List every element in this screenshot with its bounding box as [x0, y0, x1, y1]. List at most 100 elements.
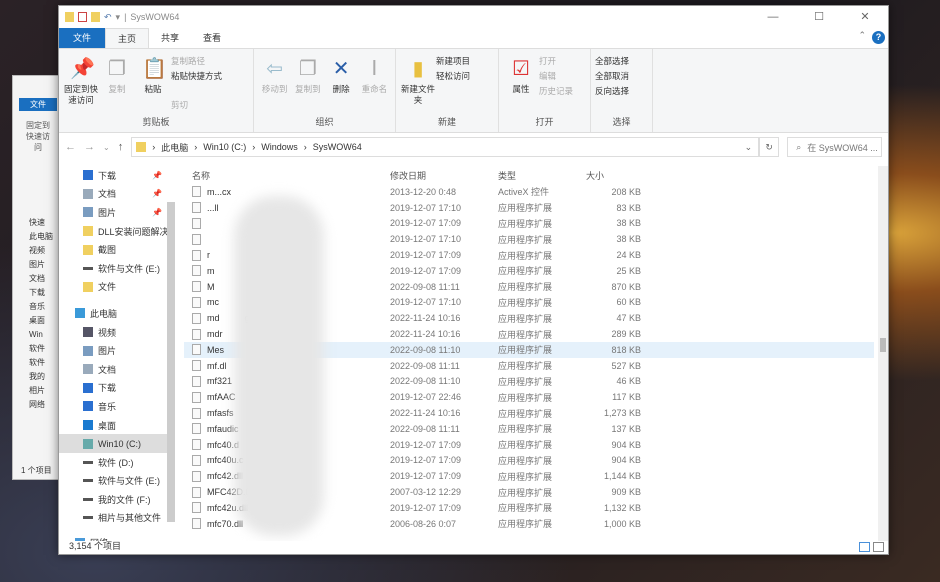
file-size: 38 KB [616, 218, 641, 229]
new-item-button[interactable]: 新建项目 [436, 55, 470, 67]
file-name: mfc70.dll [207, 518, 244, 529]
sidebar-item[interactable]: 此电脑 [59, 304, 175, 323]
paste-shortcut-button[interactable]: 粘贴快捷方式 [171, 70, 222, 82]
file-date: 2019-12-07 17:09 [390, 250, 462, 261]
sidebar-item-label: 图片 [98, 207, 117, 218]
dll-file-icon [192, 296, 201, 308]
file-date: 2019-12-07 17:09 [390, 471, 462, 482]
sidebar-item[interactable]: 下载 📌 [59, 166, 175, 185]
select-none-button[interactable]: 全部取消 [595, 70, 629, 82]
sidebar-item[interactable]: 软件与文件 (E:) [59, 472, 175, 491]
file-list-scrollbar[interactable] [878, 166, 888, 541]
file-date: 2019-12-07 17:09 [390, 265, 462, 276]
minimize-button[interactable]: — [750, 6, 796, 28]
sidebar-item-label: 文档 [98, 189, 117, 200]
tab-share[interactable]: 共享 [149, 28, 191, 48]
file-name: mf.dl [207, 360, 227, 371]
picture-icon [83, 207, 93, 218]
dll-file-icon [192, 312, 201, 324]
breadcrumb-item[interactable]: Win10 (C:) [203, 142, 246, 152]
sidebar-item[interactable]: Win10 (C:) [59, 434, 175, 453]
file-type: 应用程序扩展 [498, 313, 553, 324]
help-icon[interactable]: ? [872, 31, 885, 44]
bg-tab-file[interactable]: 文件 [19, 98, 57, 111]
easy-access-button[interactable]: 轻松访问 [436, 70, 470, 82]
new-folder-quick-icon[interactable] [91, 12, 100, 22]
file-date: 2022-09-08 11:11 [390, 281, 460, 292]
sidebar-item[interactable]: 软件 (D:) [59, 453, 175, 472]
invert-selection-button[interactable]: 反向选择 [595, 85, 629, 97]
copy-path-button[interactable]: 复制路径 [171, 55, 222, 67]
details-view-icon[interactable] [859, 542, 870, 552]
dll-file-icon [192, 265, 201, 277]
folder-icon [83, 226, 93, 237]
sidebar-item[interactable]: 桌面 [59, 416, 175, 435]
column-size[interactable]: 大小 [578, 169, 641, 182]
undo-icon[interactable]: ↶ [104, 12, 112, 23]
nav-scrollbar[interactable] [167, 202, 175, 522]
tab-view[interactable]: 查看 [191, 28, 233, 48]
tab-file[interactable]: 文件 [59, 28, 106, 48]
dll-file-icon [192, 502, 201, 514]
sidebar-item[interactable]: 我的文件 (F:) [59, 490, 175, 509]
back-button[interactable]: ← [65, 141, 76, 153]
large-icons-view-icon[interactable] [873, 542, 884, 552]
breadcrumb-item[interactable]: 此电脑 [161, 141, 188, 154]
edit-button[interactable]: 编辑 [539, 70, 573, 82]
chevron-down-icon[interactable]: ⌄ [745, 142, 753, 153]
refresh-button[interactable]: ↻ [759, 137, 780, 157]
tab-home[interactable]: 主页 [105, 28, 150, 48]
sidebar-item[interactable]: 相片与其他文件 [59, 509, 175, 528]
group-clipboard: 📌 固定到快速访问 ❐ 复制 📋 粘贴 复制路径 粘贴快捷方式 剪切 剪贴板 [59, 49, 254, 132]
column-headers: 名称 修改日期 类型 大小 [184, 166, 874, 184]
scroll-thumb[interactable] [880, 338, 886, 352]
group-organize: ⇦ 移动到 ❐ 复制到 ✕ 删除 Ⅰ 重命名 组织 [254, 49, 396, 132]
up-button[interactable]: ↑ [118, 141, 124, 153]
search-input[interactable]: ⌕ 在 SysWOW64 ... [787, 137, 882, 157]
collapse-ribbon-icon[interactable]: ⌃ [858, 30, 866, 41]
download-icon [83, 170, 93, 181]
sidebar-item[interactable]: 图片 [59, 341, 175, 360]
file-date: 2006-08-26 0:07 [390, 518, 457, 529]
folder-icon [136, 142, 147, 152]
sidebar-item[interactable]: 文档 📌 [59, 185, 175, 204]
address-bar[interactable]: › 此电脑 › Win10 (C:) › Windows › SysWOW64 ⌄ [131, 137, 760, 157]
breadcrumb-item[interactable]: Windows [261, 142, 298, 152]
group-label: 打开 [535, 117, 554, 127]
sidebar-item[interactable]: 图片 📌 [59, 203, 175, 222]
customize-qat-icon[interactable]: ▾ [116, 12, 121, 23]
group-new: ▮ 新建文件夹 新建项目 轻松访问 新建 [396, 49, 499, 132]
sidebar-item-label: 此电脑 [90, 308, 118, 319]
open-button[interactable]: 打开 [539, 55, 573, 67]
sidebar-item[interactable]: DLL安装问题解决 [59, 222, 175, 241]
close-button[interactable]: ✕ [842, 6, 888, 28]
breadcrumb-item[interactable]: SysWOW64 [313, 142, 362, 152]
sidebar-item[interactable]: 文件 [59, 278, 175, 297]
sidebar-item[interactable]: 软件与文件 (E:) [59, 259, 175, 278]
file-date: 2019-12-07 17:09 [390, 218, 462, 229]
forward-button[interactable]: → [84, 141, 95, 153]
sidebar-item[interactable]: 下载 [59, 379, 175, 398]
sidebar-item[interactable]: 截图 [59, 240, 175, 259]
file-list: 名称 修改日期 类型 大小 m...cx 2013-12-20 0:48 Act… [184, 166, 874, 541]
sidebar-item[interactable]: 音乐 [59, 397, 175, 416]
bg-pin-quick-access[interactable]: 固定到快速访问 [23, 120, 53, 153]
file-size: 1,000 KB [603, 518, 641, 529]
dll-file-icon [192, 407, 201, 419]
pc-icon [75, 308, 85, 319]
history-button[interactable]: 历史记录 [539, 85, 573, 97]
cut-button[interactable]: 剪切 [171, 99, 222, 111]
file-type: 应用程序扩展 [498, 519, 553, 530]
column-name[interactable]: 名称 [184, 169, 390, 182]
dll-file-icon [192, 328, 201, 340]
column-type[interactable]: 类型 [498, 169, 578, 182]
sidebar-item[interactable]: 文档 [59, 360, 175, 379]
properties-quick-icon[interactable] [78, 12, 87, 22]
sidebar-item[interactable]: 视频 [59, 323, 175, 342]
maximize-button[interactable]: ☐ [796, 6, 842, 28]
file-date: 2022-11-24 10:16 [390, 408, 461, 419]
column-date[interactable]: 修改日期 [390, 169, 498, 182]
select-all-button[interactable]: 全部选择 [595, 55, 629, 67]
sidebar-item-label: 下载 [98, 170, 117, 181]
recent-locations-button[interactable]: ⌄ [103, 143, 110, 152]
